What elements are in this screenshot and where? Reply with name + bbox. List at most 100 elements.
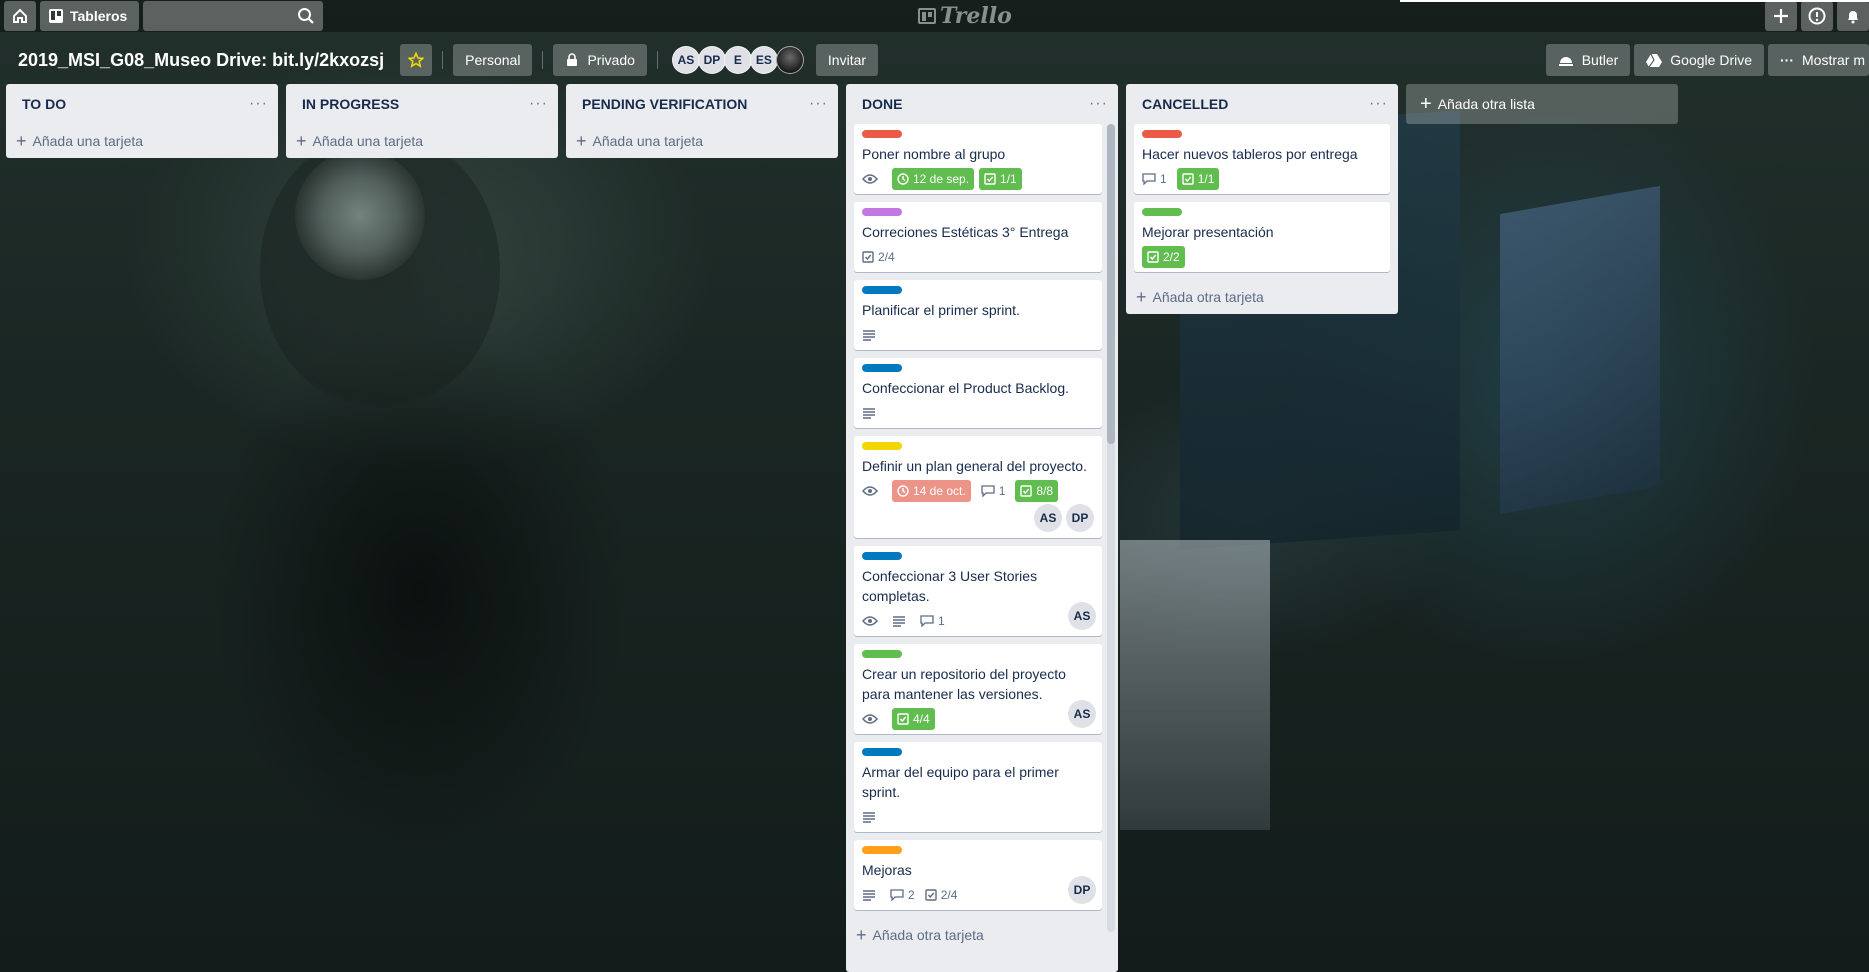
card-label[interactable] <box>862 650 902 658</box>
info-button[interactable] <box>1801 1 1833 31</box>
list-menu-button[interactable]: ··· <box>1089 95 1108 113</box>
background-photo-monitor-2 <box>1500 185 1660 515</box>
watching-badge <box>862 168 882 190</box>
list-header[interactable]: IN PROGRESS ··· <box>286 84 558 124</box>
comments-count: 2 <box>908 888 915 902</box>
card-title: Hacer nuevos tableros por entrega <box>1142 146 1358 162</box>
member-avatar[interactable]: DP <box>1066 504 1094 532</box>
description-badge <box>862 324 880 346</box>
add-list-button[interactable]: + Añada otra lista <box>1406 84 1678 124</box>
member-avatar[interactable]: DP <box>1068 876 1096 904</box>
card[interactable]: Mejorar presentación 2/2 <box>1134 202 1390 272</box>
card[interactable]: Correciones Estéticas 3° Entrega 2/4 <box>854 202 1102 272</box>
comment-icon <box>981 485 995 497</box>
search-input[interactable] <box>143 1 324 31</box>
comments-badge: 1 <box>981 480 1005 502</box>
card-label[interactable] <box>862 846 902 854</box>
visibility-label: Privado <box>587 52 635 68</box>
member-avatar[interactable]: AS <box>1068 700 1096 728</box>
list-title[interactable]: TO DO <box>22 96 66 112</box>
member-avatar[interactable]: DP <box>697 46 726 74</box>
google-drive-button[interactable]: Google Drive <box>1634 44 1764 76</box>
eye-icon <box>862 616 878 626</box>
card-title: Poner nombre al grupo <box>862 146 1006 162</box>
checklist-count: 2/2 <box>1163 250 1180 264</box>
add-card-button[interactable]: + Añada otra tarjeta <box>854 918 1102 952</box>
list-menu-button[interactable]: ··· <box>529 95 548 113</box>
show-menu-button[interactable]: ··· Mostrar m <box>1768 44 1869 76</box>
comments-badge: 2 <box>890 884 915 906</box>
description-icon <box>863 408 875 419</box>
card[interactable]: Confeccionar 3 User Stories completas. 1… <box>854 546 1102 636</box>
description-icon <box>863 890 875 901</box>
card[interactable]: Mejoras 2 2/4 DP <box>854 840 1102 910</box>
card-title: Mejorar presentación <box>1142 224 1274 240</box>
checklist-badge: 2/4 <box>862 246 895 268</box>
member-avatar-photo[interactable] <box>775 46 804 74</box>
list-title[interactable]: CANCELLED <box>1142 96 1228 112</box>
card[interactable]: Confeccionar el Product Backlog. <box>854 358 1102 428</box>
add-card-label: Añada una tarjeta <box>312 133 424 149</box>
due-date-badge[interactable]: 14 de oct. <box>892 480 971 502</box>
member-avatar[interactable]: AS <box>1034 504 1062 532</box>
create-button[interactable] <box>1765 1 1797 31</box>
card[interactable]: Armar del equipo para el primer sprint. <box>854 742 1102 832</box>
card-label[interactable] <box>862 442 902 450</box>
list-header[interactable]: DONE ··· <box>846 84 1118 124</box>
card-label[interactable] <box>862 552 902 560</box>
member-avatar[interactable]: AS <box>1068 602 1096 630</box>
card-label[interactable] <box>862 286 902 294</box>
member-avatar[interactable]: AS <box>671 46 700 74</box>
card-label[interactable] <box>862 208 902 216</box>
notifications-button[interactable] <box>1837 1 1869 31</box>
add-card-button[interactable]: + Añada una tarjeta <box>6 124 278 158</box>
visibility-button[interactable]: Privado <box>553 44 647 76</box>
list-menu-button[interactable]: ··· <box>1369 95 1388 113</box>
due-date-badge[interactable]: 12 de sep. <box>892 168 975 190</box>
card-label[interactable] <box>862 748 902 756</box>
boards-button[interactable]: Tableros <box>40 1 140 31</box>
card-label[interactable] <box>862 364 902 372</box>
list-menu-button[interactable]: ··· <box>809 95 828 113</box>
list-title[interactable]: PENDING VERIFICATION <box>582 96 747 112</box>
star-button[interactable] <box>400 44 433 76</box>
list-header[interactable]: CANCELLED ··· <box>1126 84 1398 124</box>
butler-button[interactable]: Butler <box>1545 44 1631 76</box>
trello-logo[interactable]: Trello <box>918 3 1012 29</box>
checklist-icon <box>897 713 909 725</box>
card[interactable]: Hacer nuevos tableros por entrega 1 1/1 <box>1134 124 1390 194</box>
list-header[interactable]: TO DO ··· <box>6 84 278 124</box>
list-header[interactable]: PENDING VERIFICATION ··· <box>566 84 838 124</box>
list-in-progress: IN PROGRESS ··· + Añada una tarjeta <box>286 84 558 158</box>
list-title[interactable]: DONE <box>862 96 902 112</box>
card[interactable]: Crear un repositorio del proyecto para m… <box>854 644 1102 734</box>
card[interactable]: Definir un plan general del proyecto. 14… <box>854 436 1102 538</box>
add-card-label: Añada una tarjeta <box>32 133 144 149</box>
watching-badge <box>862 480 882 502</box>
description-icon <box>863 812 875 823</box>
member-avatar[interactable]: E <box>723 46 752 74</box>
invite-button[interactable]: Invitar <box>815 44 879 76</box>
home-button[interactable] <box>4 1 36 31</box>
add-card-button[interactable]: + Añada otra tarjeta <box>1126 280 1398 314</box>
board-title[interactable]: 2019_MSI_G08_Museo Drive: bit.ly/2kxozsj <box>8 50 394 71</box>
list-title[interactable]: IN PROGRESS <box>302 96 399 112</box>
card-label[interactable] <box>862 130 902 138</box>
clock-icon <box>897 173 909 185</box>
plus-icon <box>1774 9 1788 23</box>
scrollbar-thumb[interactable] <box>1107 124 1115 444</box>
card[interactable]: Poner nombre al grupo 12 de sep. 1/1 <box>854 124 1102 194</box>
add-card-button[interactable]: + Añada una tarjeta <box>286 124 558 158</box>
card-label[interactable] <box>1142 130 1182 138</box>
star-icon <box>408 52 425 68</box>
trello-logo-text: Trello <box>940 3 1012 29</box>
separator <box>542 51 544 69</box>
card-label[interactable] <box>1142 208 1182 216</box>
team-button[interactable]: Personal <box>453 44 533 76</box>
list-menu-button[interactable]: ··· <box>249 95 268 113</box>
watching-badge <box>862 610 882 632</box>
member-avatar[interactable]: ES <box>749 46 778 74</box>
add-card-button[interactable]: + Añada una tarjeta <box>566 124 838 158</box>
list-scrollbar[interactable] <box>1107 124 1115 932</box>
card[interactable]: Planificar el primer sprint. <box>854 280 1102 350</box>
